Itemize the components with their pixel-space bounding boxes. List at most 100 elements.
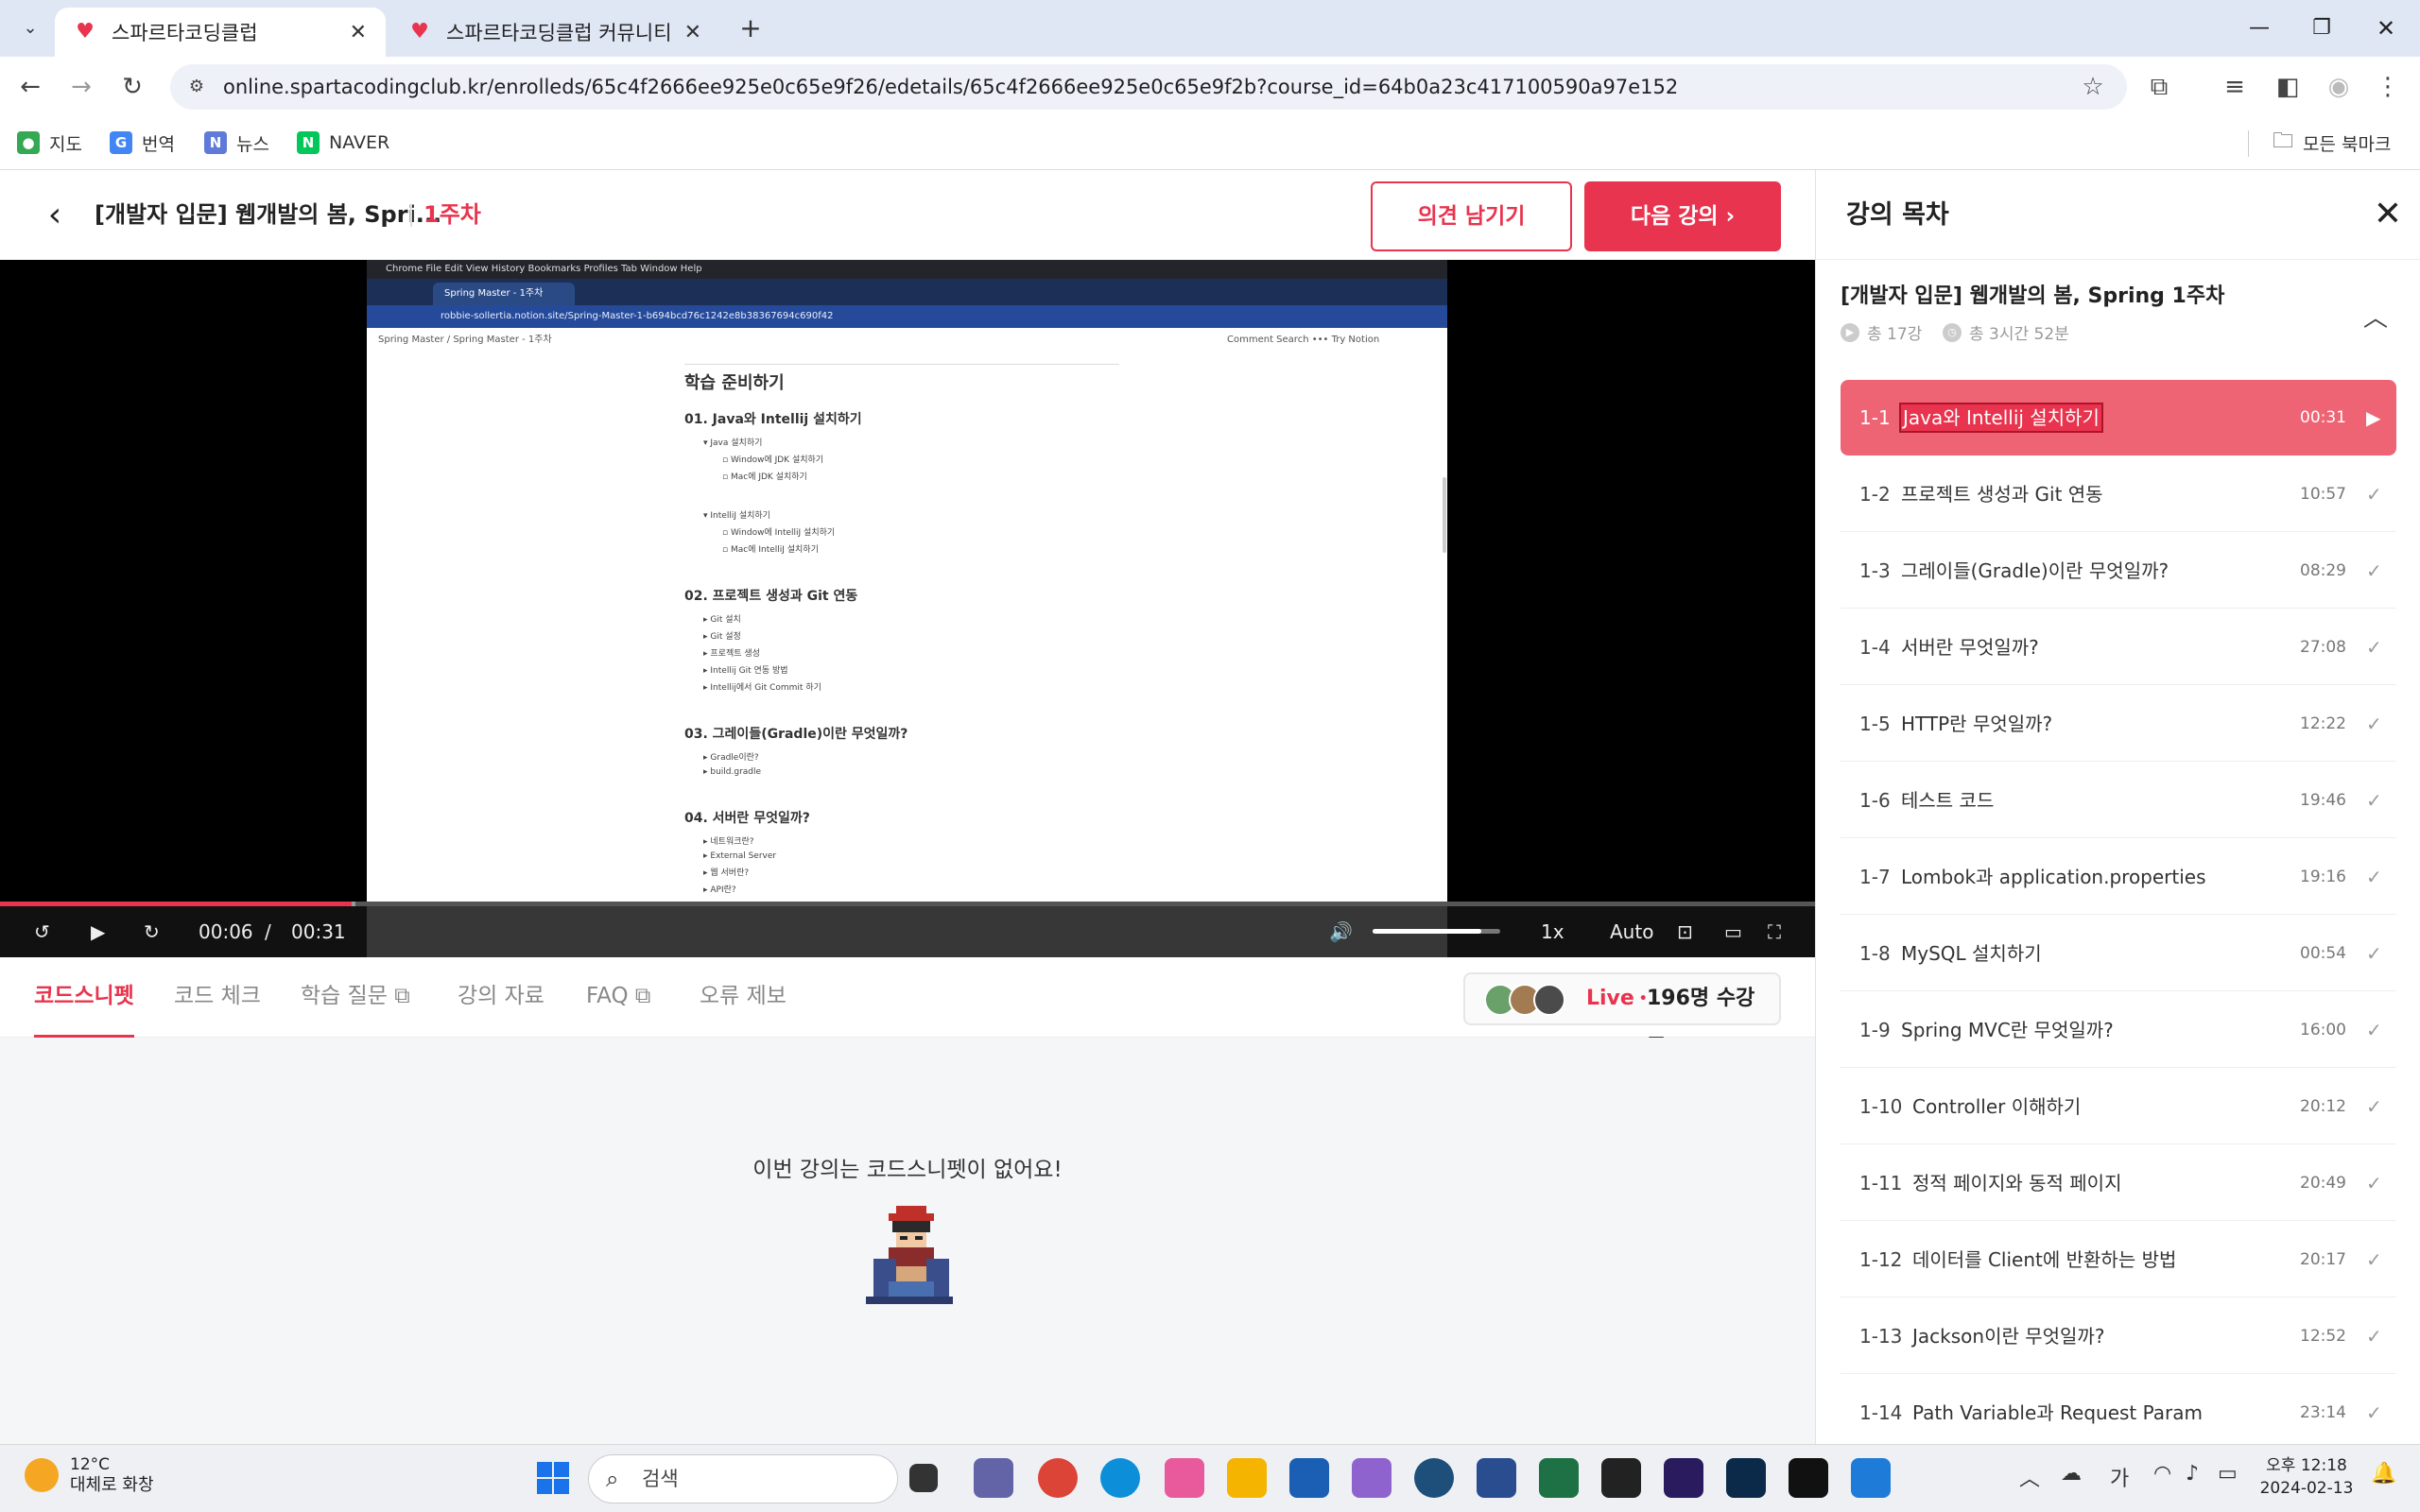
lesson-item[interactable]: 1-6 테스트 코드 19:46 ✓ — [1841, 763, 2396, 838]
ime-indicator[interactable]: 가 — [2110, 1462, 2129, 1492]
reload-icon[interactable]: ↻ — [115, 70, 149, 104]
all-bookmarks-label: 모든 북마크 — [2303, 133, 2392, 155]
bookmark-news[interactable]: N 뉴스 — [204, 127, 269, 159]
all-bookmarks[interactable]: 🗀 모든 북마크 — [2273, 127, 2391, 159]
close-tab-icon[interactable]: ✕ — [350, 21, 367, 44]
extensions-icon[interactable]: ⧉ — [2142, 70, 2176, 104]
lesson-item[interactable]: 1-7 Lombok과 application.properties 19:16 ✓ — [1841, 839, 2396, 915]
new-tab-icon[interactable]: + — [734, 11, 768, 45]
play-icon[interactable]: ▶ — [91, 914, 105, 950]
quality-selector[interactable]: Auto — [1610, 914, 1653, 950]
lesson-item[interactable]: 1-8 MySQL 설치하기 00:54 ✓ — [1841, 916, 2396, 991]
restore-icon[interactable]: ❐ — [2303, 9, 2341, 47]
lesson-item[interactable]: 1-5 HTTP란 무엇일까? 12:22 ✓ — [1841, 686, 2396, 762]
vscode-icon[interactable] — [1851, 1458, 1891, 1498]
lesson-number: 1-14 — [1859, 1401, 1903, 1424]
lesson-item[interactable]: 1-12 데이터를 Client에 반환하는 방법 20:17 ✓ — [1841, 1222, 2396, 1297]
minimize-icon[interactable]: — — [2240, 9, 2278, 47]
forward-icon[interactable]: → — [64, 70, 98, 104]
lesson-title: 데이터를 Client에 반환하는 방법 — [1912, 1248, 2177, 1271]
pycharm-icon[interactable] — [1789, 1458, 1828, 1498]
site-info-icon[interactable]: ⚙ — [183, 74, 210, 100]
lesson-item[interactable]: 1-10 Controller 이해하기 20:12 ✓ — [1841, 1069, 2396, 1144]
close-sidebar-icon[interactable]: ✕ — [2366, 193, 2410, 236]
bookmark-naver[interactable]: N NAVER — [297, 127, 389, 159]
photoshop-icon[interactable] — [1726, 1458, 1766, 1498]
taskbar-clock[interactable]: 오후 12:18 2024-02-13 — [2250, 1454, 2363, 1500]
section-header[interactable]: [개발자 입문] 웹개발의 봄, Spring 1주차 ▶ 총 17강 ◷ 총 3시… — [1816, 260, 2420, 373]
next-lecture-button[interactable]: 다음 강의 › — [1584, 181, 1781, 251]
task-view-icon[interactable] — [909, 1464, 938, 1492]
back-arrow-icon[interactable]: ‹ — [34, 195, 76, 236]
browser-tab[interactable]: ♥ 스파르타코딩클럽 커뮤니티 | 스 ✕ — [389, 8, 720, 57]
windows-start-icon[interactable] — [533, 1458, 573, 1498]
bookmark-maps[interactable]: ● 지도 — [17, 127, 82, 159]
taskbar-search[interactable]: ⌕ 검색 — [588, 1454, 898, 1503]
bookmark-translate[interactable]: G 번역 — [110, 127, 175, 159]
subtitles-icon[interactable]: ⊡ — [1677, 914, 1693, 950]
browser-tab-active[interactable]: ♥ 스파르타코딩클럽 ✕ — [55, 8, 386, 57]
lesson-title: Controller 이해하기 — [1912, 1095, 2082, 1118]
clock-date: 2024-02-13 — [2259, 1479, 2354, 1498]
address-bar[interactable]: ⚙ online.spartacodingclub.kr/enrolleds/6… — [170, 64, 2127, 110]
wifi-icon[interactable]: ◠ — [2153, 1462, 2171, 1486]
acrobat-icon[interactable] — [1601, 1458, 1641, 1498]
tab-code-snippet[interactable]: 코드스니펫 — [34, 957, 134, 1038]
weather-widget[interactable]: 12°C 대체로 화창 — [25, 1454, 154, 1496]
feedback-button[interactable]: 의견 남기기 — [1371, 181, 1572, 251]
profile-icon[interactable]: ◉ — [2322, 70, 2356, 104]
chevron-up-icon[interactable]: ︿ — [2359, 301, 2393, 335]
lesson-item[interactable]: 1-14 Path Variable과 Request Param 23:14 ✓ — [1841, 1375, 2396, 1451]
lesson-item[interactable]: 1-13 Jackson이란 무엇일까? 12:52 ✓ — [1841, 1298, 2396, 1374]
notion-toggle: ▾ Java 설치하기 — [703, 438, 763, 448]
playback-speed[interactable]: 1x — [1541, 914, 1564, 950]
volume-slider[interactable] — [1373, 929, 1500, 934]
check-icon: ✓ — [2366, 1019, 2382, 1041]
file-explorer-icon[interactable] — [1227, 1458, 1267, 1498]
remote-desktop-icon[interactable] — [1477, 1458, 1516, 1498]
lesson-item-current[interactable]: 1-1 Java와 Intellij 설치하기 00:31 ▶ — [1841, 380, 2396, 455]
app-icon[interactable] — [1165, 1458, 1204, 1498]
lesson-item[interactable]: 1-2 프로젝트 생성과 Git 연동 10:57 ✓ — [1841, 456, 2396, 532]
volume-icon[interactable]: 🔊 — [1329, 914, 1353, 950]
edge-icon[interactable] — [1100, 1458, 1140, 1498]
battery-icon[interactable]: ▭ — [2218, 1462, 2238, 1486]
tab-lecture-materials[interactable]: 강의 자료 — [458, 957, 544, 1038]
play-circle-icon: ▶ — [1841, 322, 1859, 342]
speaker-icon[interactable]: ♪ — [2186, 1462, 2199, 1486]
lesson-item[interactable]: 1-4 서버란 무엇일까? 27:08 ✓ — [1841, 610, 2396, 685]
teams-icon[interactable] — [974, 1458, 1013, 1498]
bookmark-star-icon[interactable]: ☆ — [2078, 72, 2108, 102]
lesson-item[interactable]: 1-9 Spring MVC란 무엇일까? 16:00 ✓ — [1841, 992, 2396, 1068]
rewind-10-icon[interactable]: ↺ — [34, 914, 50, 950]
window-close-icon[interactable]: ✕ — [2367, 9, 2405, 47]
forward-10-icon[interactable]: ↻ — [144, 914, 160, 950]
lesson-item[interactable]: 1-3 그레이들(Gradle)이란 무엇일까? 08:29 ✓ — [1841, 533, 2396, 609]
tab-code-check[interactable]: 코드 체크 — [174, 957, 261, 1038]
tab-faq[interactable]: FAQ ⧉ — [586, 957, 650, 1038]
pixel-mascot-icon — [866, 1206, 953, 1304]
media-control-icon[interactable]: ≡ — [2218, 70, 2252, 104]
tab-error-report[interactable]: 오류 제보 — [700, 957, 786, 1038]
lesson-item[interactable]: 1-11 정적 페이지와 동적 페이지 20:49 ✓ — [1841, 1145, 2396, 1221]
menu-kebab-icon[interactable]: ⋮ — [2371, 70, 2405, 104]
excel-icon[interactable] — [1539, 1458, 1579, 1498]
tab-search-button[interactable]: ⌄ — [13, 11, 47, 45]
store-icon[interactable] — [1289, 1458, 1329, 1498]
theater-mode-icon[interactable]: ▭ — [1724, 914, 1742, 950]
tray-expand-icon[interactable]: ︿ — [2019, 1462, 2040, 1492]
chrome-icon[interactable] — [1038, 1458, 1078, 1498]
side-panel-icon[interactable]: ◧ — [2271, 70, 2305, 104]
notification-bell-icon[interactable]: 🔔 — [2371, 1462, 2396, 1486]
fullscreen-icon[interactable]: ⛶ — [1768, 914, 1781, 950]
back-icon[interactable]: ← — [13, 70, 47, 104]
tab-study-question[interactable]: 학습 질문 ⧉ — [301, 957, 410, 1038]
premiere-icon[interactable] — [1664, 1458, 1703, 1498]
onedrive-icon[interactable]: ☁ — [2061, 1462, 2082, 1486]
app-icon[interactable] — [1414, 1458, 1454, 1498]
close-tab-icon[interactable]: ✕ — [684, 21, 701, 44]
clock-time: 오후 12:18 — [2266, 1456, 2347, 1475]
app-icon[interactable] — [1352, 1458, 1392, 1498]
check-icon: ✓ — [2366, 789, 2382, 812]
video-player[interactable]: Chrome File Edit View History Bookmarks … — [0, 260, 1815, 957]
